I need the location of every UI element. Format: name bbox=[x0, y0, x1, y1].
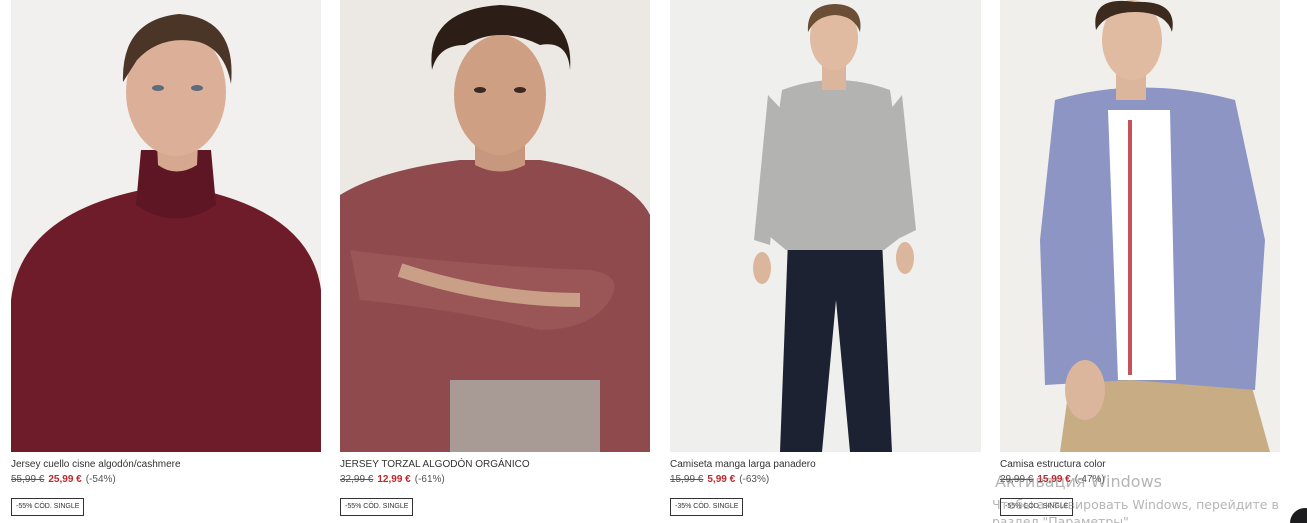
product-card[interactable]: Camisa estructura color 29,99 €15,99 € (-… bbox=[1000, 0, 1280, 516]
sale-price: 5,99 € bbox=[707, 474, 736, 485]
product-prices: 29,99 €15,99 € (-47%) bbox=[1000, 474, 1105, 486]
old-price: 15,99 € bbox=[670, 474, 704, 485]
sale-price: 15,99 € bbox=[1037, 474, 1071, 485]
product-image[interactable] bbox=[1000, 0, 1280, 452]
promo-code-badge[interactable]: -35% CÓD. SINGLE bbox=[670, 498, 744, 516]
product-name[interactable]: JERSEY TORZAL ALGODÓN ORGÁNICO bbox=[340, 459, 530, 470]
discount-percent: (-47%) bbox=[1074, 474, 1105, 485]
discount-percent: (-54%) bbox=[85, 474, 116, 485]
sale-price: 12,99 € bbox=[377, 474, 411, 485]
floating-chat-button[interactable] bbox=[1290, 508, 1307, 523]
discount-percent: (-61%) bbox=[414, 474, 445, 485]
product-card[interactable]: JERSEY TORZAL ALGODÓN ORGÁNICO 32,99 €12… bbox=[340, 0, 650, 516]
product-image[interactable] bbox=[340, 0, 650, 452]
product-card[interactable]: Camiseta manga larga panadero 15,99 €5,9… bbox=[670, 0, 981, 516]
old-price: 29,99 € bbox=[1000, 474, 1034, 485]
promo-code-badge[interactable]: -55% CÓD. SINGLE bbox=[11, 498, 85, 516]
product-name[interactable]: Camisa estructura color bbox=[1000, 459, 1106, 470]
old-price: 32,99 € bbox=[340, 474, 374, 485]
product-card[interactable]: Jersey cuello cisne algodón/cashmere 55,… bbox=[11, 0, 321, 516]
promo-code-badge[interactable]: -55% CÓD. SINGLE bbox=[340, 498, 414, 516]
product-prices: 55,99 €25,99 € (-54%) bbox=[11, 474, 116, 486]
product-name[interactable]: Camiseta manga larga panadero bbox=[670, 459, 816, 470]
discount-percent: (-63%) bbox=[739, 474, 770, 485]
product-grid: Jersey cuello cisne algodón/cashmere 55,… bbox=[0, 0, 1307, 523]
old-price: 55,99 € bbox=[11, 474, 45, 485]
sale-price: 25,99 € bbox=[48, 474, 82, 485]
product-prices: 15,99 €5,99 € (-63%) bbox=[670, 474, 769, 486]
product-image[interactable] bbox=[11, 0, 321, 452]
product-prices: 32,99 €12,99 € (-61%) bbox=[340, 474, 445, 486]
product-name[interactable]: Jersey cuello cisne algodón/cashmere bbox=[11, 459, 181, 470]
promo-code-badge[interactable]: -55% CÓD. SINGLE bbox=[1000, 498, 1074, 516]
product-image[interactable] bbox=[670, 0, 981, 452]
